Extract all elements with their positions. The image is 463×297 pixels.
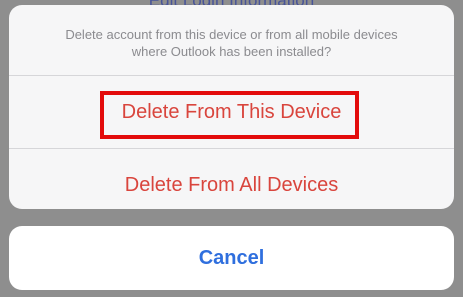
action-sheet-message: Delete account from this device or from … [9,26,454,60]
message-line-2: where Outlook has been installed? [131,44,332,59]
cancel-button[interactable]: Cancel [9,226,454,290]
divider-middle [9,148,454,149]
divider-top [9,75,454,76]
highlight-box [100,91,359,139]
delete-from-all-devices-button[interactable]: Delete From All Devices [9,174,454,197]
message-line-1: Delete account from this device or from … [65,27,398,42]
